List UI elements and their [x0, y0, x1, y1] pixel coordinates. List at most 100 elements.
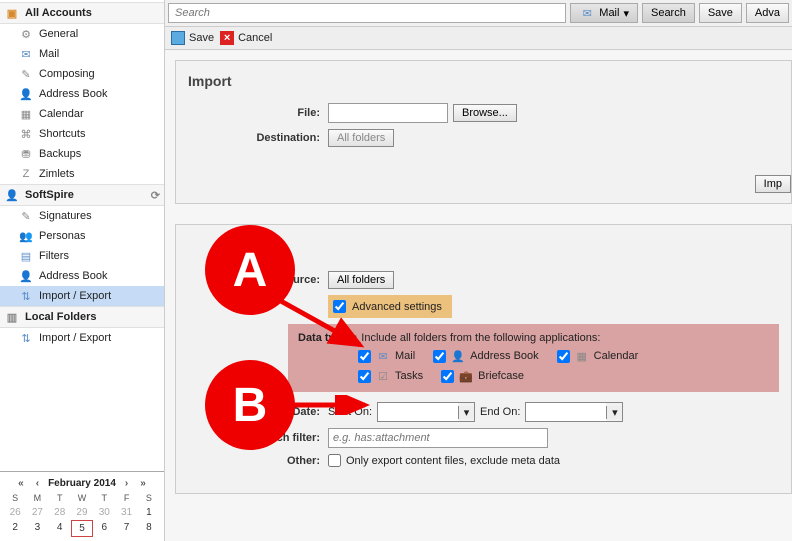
tree-section-softspire[interactable]: 👤 SoftSpire ⟳ — [0, 184, 164, 206]
cancel-prefs-button[interactable]: ×Cancel — [220, 31, 272, 45]
filter-icon: ▤ — [18, 248, 34, 264]
briefcase-icon: 💼 — [458, 368, 474, 384]
folder-icon: ▥ — [4, 309, 20, 325]
calendar-day[interactable]: 7 — [115, 520, 137, 537]
advanced-search-button[interactable]: Adva — [746, 3, 789, 23]
calendar-day[interactable]: 3 — [26, 520, 48, 537]
sidebar-item-backups[interactable]: ⛃Backups — [0, 144, 164, 164]
cal-title: February 2014 — [48, 478, 116, 489]
top-toolbar: ✉Mail▾ Search Save Adva — [165, 0, 792, 27]
compose-icon: ✎ — [18, 66, 34, 82]
file-label: File: — [188, 107, 328, 119]
sidebar-item-personas[interactable]: 👥Personas — [0, 226, 164, 246]
contacts-icon: 👤 — [18, 86, 34, 102]
save-search-button[interactable]: Save — [699, 3, 742, 23]
calendar-day[interactable]: 26 — [4, 505, 26, 520]
tree-section-local-folders[interactable]: ▥ Local Folders — [0, 306, 164, 328]
chevron-down-icon[interactable]: ▾ — [606, 406, 622, 419]
annotation-badge-a: A — [205, 225, 295, 315]
accounts-icon: ▣ — [4, 5, 20, 21]
calendar-day[interactable]: 30 — [93, 505, 115, 520]
calendar-day[interactable]: 4 — [49, 520, 71, 537]
tasks-icon: ☑ — [375, 368, 391, 384]
cal-prev-month[interactable]: ‹ — [33, 478, 42, 489]
sidebar-item-signatures[interactable]: ✎Signatures — [0, 206, 164, 226]
destination-button[interactable]: All folders — [328, 129, 394, 147]
sidebar-item-addressbook2[interactable]: 👤Address Book — [0, 266, 164, 286]
chevron-down-icon[interactable]: ▾ — [458, 406, 474, 419]
datatype-calendar[interactable]: ▦Calendar — [557, 348, 639, 364]
calendar-day[interactable]: 6 — [93, 520, 115, 537]
sidebar-item-addressbook[interactable]: 👤Address Book — [0, 84, 164, 104]
mail-icon: ✉ — [375, 348, 391, 364]
signature-icon: ✎ — [18, 208, 34, 224]
sidebar-item-shortcuts[interactable]: ⌘Shortcuts — [0, 124, 164, 144]
shortcuts-icon: ⌘ — [18, 126, 34, 142]
annotation-badge-b: B — [205, 360, 295, 450]
calendar-day[interactable]: 29 — [71, 505, 93, 520]
search-scope-mail-button[interactable]: ✉Mail▾ — [570, 3, 638, 23]
contacts-icon: 👤 — [450, 348, 466, 364]
sidebar-item-import-export[interactable]: ⇅Import / Export — [0, 286, 164, 306]
import-button[interactable]: Imp — [755, 175, 791, 193]
action-bar: Save ×Cancel — [165, 27, 792, 50]
source-button[interactable]: All folders — [328, 271, 394, 289]
search-input[interactable] — [168, 3, 566, 23]
chevron-down-icon: ▾ — [623, 7, 629, 20]
tree-section-all-accounts[interactable]: ▣ All Accounts — [0, 2, 164, 24]
account-icon: 👤 — [4, 187, 20, 203]
save-icon — [171, 31, 185, 45]
panel-title: Import — [188, 69, 779, 97]
sidebar-item-zimlets[interactable]: ZZimlets — [0, 164, 164, 184]
datatype-briefcase[interactable]: 💼Briefcase — [441, 368, 524, 384]
calendar-day[interactable]: 28 — [49, 505, 71, 520]
search-button[interactable]: Search — [642, 3, 695, 23]
sidebar: ▣ All Accounts ⚙General ✉Mail ✎Composing… — [0, 0, 165, 541]
import-export-icon: ⇅ — [18, 288, 34, 304]
sidebar-item-general[interactable]: ⚙General — [0, 24, 164, 44]
calendar-day[interactable]: 8 — [138, 520, 160, 537]
search-filter-input[interactable] — [328, 428, 548, 448]
calendar-day[interactable]: 5 — [71, 520, 93, 537]
end-date-input[interactable]: ▾ — [525, 402, 623, 422]
cal-next-year[interactable]: » — [137, 478, 149, 489]
calendar-day[interactable]: 2 — [4, 520, 26, 537]
tree-section-label: Local Folders — [25, 311, 97, 323]
other-label: Other: — [188, 455, 328, 467]
import-panel: Import File: Browse... Destination: All … — [175, 60, 792, 204]
datatypes-desc: Include all folders from the following a… — [361, 332, 600, 344]
sidebar-item-calendar[interactable]: ▦Calendar — [0, 104, 164, 124]
sidebar-item-local-import-export[interactable]: ⇅Import / Export — [0, 328, 164, 348]
calendar-day[interactable]: 31 — [115, 505, 137, 520]
annotation-arrow-b — [285, 395, 375, 415]
mail-icon: ✉ — [579, 5, 595, 21]
calendar-icon: ▦ — [574, 348, 590, 364]
exclude-meta-checkbox[interactable] — [328, 454, 341, 467]
datatype-tasks[interactable]: ☑Tasks — [358, 368, 423, 384]
backups-icon: ⛃ — [18, 146, 34, 162]
mail-icon: ✉ — [18, 46, 34, 62]
cal-next-month[interactable]: › — [122, 478, 131, 489]
cal-prev-year[interactable]: « — [15, 478, 27, 489]
sidebar-item-mail[interactable]: ✉Mail — [0, 44, 164, 64]
calendar-day[interactable]: 1 — [138, 505, 160, 520]
tree-section-label: All Accounts — [25, 7, 92, 19]
file-input[interactable] — [328, 103, 448, 123]
import-export-icon: ⇅ — [18, 330, 34, 346]
persona-icon: 👥 — [18, 228, 34, 244]
datatype-addressbook[interactable]: 👤Address Book — [433, 348, 538, 364]
sidebar-item-filters[interactable]: ▤Filters — [0, 246, 164, 266]
exclude-meta-label: Only export content files, exclude meta … — [346, 455, 560, 467]
gear-icon: ⚙ — [18, 26, 34, 42]
destination-label: Destination: — [188, 132, 328, 144]
preferences-tree: ▣ All Accounts ⚙General ✉Mail ✎Composing… — [0, 0, 164, 471]
calendar-icon: ▦ — [18, 106, 34, 122]
reload-icon[interactable]: ⟳ — [151, 189, 160, 202]
contacts-icon: 👤 — [18, 268, 34, 284]
mini-calendar: « ‹ February 2014 › » SMTWTFS26272829303… — [0, 471, 164, 541]
calendar-day[interactable]: 27 — [26, 505, 48, 520]
browse-button[interactable]: Browse... — [453, 104, 517, 122]
start-date-input[interactable]: ▾ — [377, 402, 475, 422]
save-prefs-button[interactable]: Save — [171, 31, 214, 45]
sidebar-item-composing[interactable]: ✎Composing — [0, 64, 164, 84]
